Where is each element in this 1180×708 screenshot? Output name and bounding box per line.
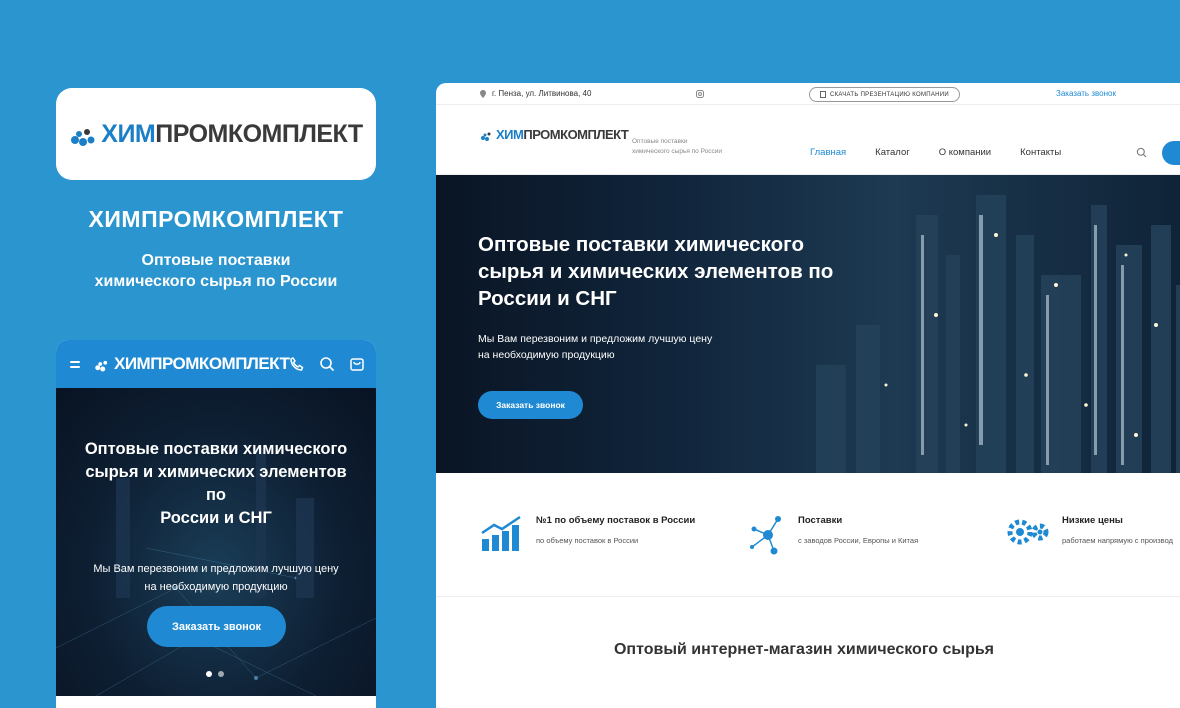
desktop-logo[interactable]: ХИМ ПРОМКОМПЛЕКТ <box>480 127 629 142</box>
nav-item-about[interactable]: О компании <box>939 147 991 158</box>
mobile-logo[interactable]: ХИМ ПРОМКОМПЛЕКТ <box>94 354 290 374</box>
search-icon[interactable] <box>319 356 335 372</box>
instagram-icon[interactable] <box>696 89 704 98</box>
address-text: г. Пенза, ул. Литвинова, 40 <box>492 89 592 98</box>
logo-part1: ХИМ <box>496 127 524 142</box>
brand-title: ХИМПРОМКОМПЛЕКТ <box>88 206 344 232</box>
molecule-logo-icon <box>481 132 491 141</box>
molecule-logo-icon <box>95 360 108 372</box>
subtitle-line: на необходимую продукцию <box>144 581 288 593</box>
brand-subtitle-line2: химического сырья по России <box>94 273 338 290</box>
main-nav: Главная Каталог О компании Контакты <box>810 147 1061 158</box>
menu-icon[interactable] <box>70 360 80 368</box>
subtitle-line: Мы Вам перезвоним и предложим лучшую цен… <box>93 563 339 575</box>
navbar: ХИМ ПРОМКОМПЛЕКТ Оптовые поставки химичес… <box>436 105 1180 175</box>
cart-icon[interactable] <box>349 356 365 372</box>
chart-icon <box>481 515 521 551</box>
feature-item: Поставки с заводов России, Европы и Кита… <box>750 515 918 555</box>
feature-title: Низкие цены <box>1062 515 1123 526</box>
logo-card: ХИМ ПРОМКОМПЛЕКТ <box>56 88 376 180</box>
feature-text: по объему поставок в России <box>536 536 639 545</box>
presentation-button[interactable]: СКАЧАТЬ ПРЕЗЕНТАЦИЮ КОМПАНИИ <box>809 87 961 102</box>
slider-dot[interactable] <box>206 671 212 677</box>
document-icon <box>820 91 826 98</box>
title-line: России и СНГ <box>478 287 617 310</box>
mobile-mockup: ХИМ ПРОМКОМПЛЕКТ Оптовые поставки химичес… <box>56 340 376 708</box>
feature-item: №1 по объему поставок в России по объему… <box>480 515 695 553</box>
feature-text: с заводов России, Европы и Китая <box>798 536 919 545</box>
slider-dots <box>206 671 224 677</box>
mobile-hero-subtitle: Мы Вам перезвоним и предложим лучшую цен… <box>56 560 376 596</box>
logo-part1: ХИМ <box>114 354 151 373</box>
header-action-button[interactable] <box>1162 141 1180 165</box>
gears-icon <box>1007 519 1049 545</box>
hero-banner: Оптовые поставки химического сырья и хим… <box>436 175 1180 473</box>
title-line: Оптовые поставки химического <box>478 233 804 256</box>
molecule-logo-icon <box>71 129 95 146</box>
brand-logo[interactable]: ХИМ ПРОМКОМПЛЕКТ <box>69 119 363 149</box>
tagline-line: Оптовые поставки <box>632 138 688 145</box>
logo-part1: ХИМ <box>101 119 156 148</box>
molecule-icon <box>750 516 781 555</box>
network-background <box>56 448 376 696</box>
features-row: №1 по объему поставок в России по объему… <box>436 473 1180 597</box>
nav-item-home[interactable]: Главная <box>810 147 846 158</box>
feature-title: Поставки <box>798 515 843 526</box>
tagline-line: химического сырья по России <box>632 148 723 155</box>
nav-item-contacts[interactable]: Контакты <box>1020 147 1061 158</box>
desktop-mockup: г. Пенза, ул. Литвинова, 40 СКАЧАТЬ ПРЕЗ… <box>436 83 1180 708</box>
mobile-hero-title: Оптовые поставки химического сырья и хим… <box>56 438 376 530</box>
topbar-call-link[interactable]: Заказать звонок <box>1056 89 1116 98</box>
feature-item: Низкие цены работаем напрямую с производ <box>1006 515 1173 549</box>
topbar: г. Пенза, ул. Литвинова, 40 СКАЧАТЬ ПРЕЗ… <box>436 83 1180 105</box>
logo-part2: ПРОМКОМПЛЕКТ <box>150 354 290 373</box>
mobile-hero: Оптовые поставки химического сырья и хим… <box>56 388 376 696</box>
feature-title: №1 по объему поставок в России <box>536 515 696 526</box>
hero-title: Оптовые поставки химического сырья и хим… <box>478 231 878 312</box>
search-icon[interactable] <box>1136 147 1147 158</box>
feature-text: работаем напрямую с производ <box>1062 536 1173 545</box>
logo-part2: ПРОМКОМПЛЕКТ <box>155 119 363 148</box>
logo-part2: ПРОМКОМПЛЕКТ <box>523 127 629 142</box>
title-line: сырья и химических элементов по <box>85 463 347 504</box>
phone-icon[interactable] <box>289 356 305 372</box>
brand-subtitle-line1: Оптовые поставки <box>141 252 291 269</box>
title-line: Оптовые поставки химического <box>84 440 348 458</box>
subtitle-line: на необходимую продукцию <box>478 349 615 361</box>
mobile-call-button[interactable]: Заказать звонок <box>147 606 286 647</box>
shop-section-title: Оптовый интернет-магазин химического сыр… <box>613 641 995 658</box>
mobile-header: ХИМ ПРОМКОМПЛЕКТ <box>56 340 376 388</box>
location-pin-icon <box>480 89 486 98</box>
address: г. Пенза, ул. Литвинова, 40 <box>480 89 591 98</box>
nav-item-catalog[interactable]: Каталог <box>875 147 910 158</box>
hero-subtitle: Мы Вам перезвоним и предложим лучшую цен… <box>478 331 758 363</box>
title-line: сырья и химических элементов по <box>478 260 834 283</box>
brand-subtitle: Оптовые поставки химического сырья по Ро… <box>56 250 376 292</box>
title-line: России и СНГ <box>160 509 272 527</box>
hero-call-button[interactable]: Заказать звонок <box>478 391 583 419</box>
subtitle-line: Мы Вам перезвоним и предложим лучшую цен… <box>478 333 713 345</box>
presentation-label: СКАЧАТЬ ПРЕЗЕНТАЦИЮ КОМПАНИИ <box>830 91 950 98</box>
refinery-background <box>816 195 1180 473</box>
logo-tagline: Оптовые поставки химического сырья по Ро… <box>632 137 722 157</box>
slider-dot[interactable] <box>218 671 224 677</box>
